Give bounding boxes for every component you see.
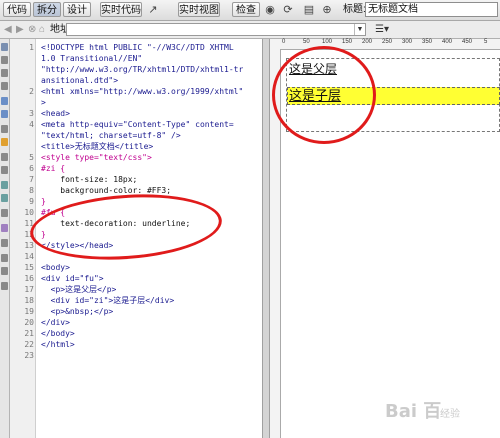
code-line[interactable]: <p>这是父层</p> — [41, 284, 117, 295]
code-line[interactable]: font-size: 18px; — [41, 174, 137, 185]
code-line[interactable]: <html xmlns="http://www.w3.org/1999/xhtm… — [41, 86, 243, 97]
apply-comment-icon[interactable] — [1, 181, 8, 189]
live-code-button[interactable]: 实时代码 — [100, 2, 142, 17]
code-line[interactable]: 1.0 Transitional//EN" — [41, 53, 142, 64]
address-input[interactable]: ▼ — [66, 23, 366, 36]
line-number: 14 — [24, 252, 34, 261]
refresh-design-icon[interactable]: ⟳ — [281, 3, 295, 17]
split-divider[interactable] — [262, 39, 270, 438]
recent-snippets-icon[interactable] — [1, 224, 8, 232]
code-line[interactable]: <meta http-equiv="Content-Type" content= — [41, 119, 234, 130]
code-line[interactable]: </div> — [41, 317, 70, 328]
ruler-number: 150 — [342, 39, 353, 45]
code-line[interactable]: > — [41, 97, 46, 108]
code-line[interactable]: <div id="fu"> — [41, 273, 104, 284]
title-field[interactable]: 无标题文档 — [365, 2, 498, 17]
back-arrow-icon[interactable]: ◀ — [4, 23, 12, 36]
stop-icon[interactable]: ⊗ — [28, 23, 36, 36]
highlight-invalid-code-icon[interactable] — [1, 138, 8, 146]
code-line[interactable]: </html> — [41, 339, 75, 350]
collapse-selection-icon[interactable] — [1, 69, 8, 77]
line-number: 4 — [29, 120, 34, 129]
home-icon[interactable]: ⌂ — [39, 23, 45, 36]
balance-braces-icon[interactable] — [1, 110, 8, 118]
inspect-button[interactable]: 检查 — [232, 2, 260, 17]
document-toolbar: 代码 拆分 设计 实时代码 ↗ 实时视图 检查 ◉ ⟳ ▤ ⊕ 标题: 无标题文… — [0, 0, 500, 21]
ruler-number: 50 — [303, 39, 310, 45]
line-number: 16 — [24, 274, 34, 283]
design-view-button[interactable]: 设计 — [63, 2, 91, 17]
title-label: 标题: — [343, 4, 366, 15]
line-number: 7 — [29, 175, 34, 184]
line-number: 2 — [29, 87, 34, 96]
line-number: 21 — [24, 329, 34, 338]
code-line[interactable]: <body> — [41, 262, 70, 273]
highlight-circle-design — [272, 46, 376, 144]
word-wrap-icon[interactable] — [1, 166, 8, 174]
ruler-number: 100 — [322, 39, 333, 45]
baidu-watermark: Bai 百 — [385, 401, 442, 422]
syntax-error-icon[interactable] — [1, 153, 8, 161]
select-parent-tag-icon[interactable] — [1, 97, 8, 105]
ruler-number: 250 — [382, 39, 393, 45]
forward-arrow-icon[interactable]: ▶ — [16, 23, 24, 36]
code-line[interactable]: "http://www.w3.org/TR/xhtml1/DTD/xhtml1-… — [41, 64, 243, 75]
address-dropdown-icon[interactable]: ▼ — [354, 24, 365, 35]
expand-all-icon[interactable] — [1, 82, 8, 90]
collapse-tag-icon[interactable] — [1, 56, 8, 64]
indent-code-icon[interactable] — [1, 254, 8, 262]
code-line[interactable]: <p>&nbsp;</p> — [41, 306, 114, 317]
format-source-icon[interactable] — [1, 282, 8, 290]
ruler-number: 300 — [402, 39, 413, 45]
move-css-icon[interactable] — [1, 239, 8, 247]
ruler-number: 200 — [362, 39, 373, 45]
code-line[interactable]: ansitional.dtd"> — [41, 75, 118, 86]
code-line[interactable]: } — [41, 196, 46, 207]
line-number: 22 — [24, 340, 34, 349]
line-number: 1 — [29, 43, 34, 52]
code-line[interactable]: <title>无标题文档</title> — [41, 141, 153, 152]
line-number: 13 — [24, 241, 34, 250]
baidu-watermark-sub: 经验 — [440, 409, 460, 420]
line-number: 9 — [29, 197, 34, 206]
code-line[interactable]: #zi { — [41, 163, 65, 174]
code-line[interactable]: <div id="zi">这是子层</div> — [41, 295, 175, 306]
line-numbers-icon[interactable] — [1, 125, 8, 133]
line-number: 8 — [29, 186, 34, 195]
code-line[interactable]: <style type="text/css"> — [41, 152, 152, 163]
line-number: 15 — [24, 263, 34, 272]
check-page-icon[interactable]: ⊕ — [320, 3, 334, 17]
view-options-icon[interactable]: ☰▾ — [375, 23, 389, 36]
code-view-button[interactable]: 代码 — [3, 2, 31, 17]
line-number: 3 — [29, 109, 34, 118]
code-line[interactable]: <!DOCTYPE html PUBLIC "-//W3C//DTD XHTML — [41, 42, 234, 53]
coding-toolbar — [0, 39, 10, 438]
line-number: 6 — [29, 164, 34, 173]
line-number: 23 — [24, 351, 34, 360]
line-number: 10 — [24, 208, 34, 217]
ruler-number: 5 — [484, 39, 488, 45]
ruler-number: 400 — [442, 39, 453, 45]
line-number: 18 — [24, 296, 34, 305]
address-bar: ◀ ▶ ⊗ ⌂ 地址: ▼ ☰▾ — [0, 21, 500, 39]
code-line[interactable]: <head> — [41, 108, 70, 119]
live-view-button[interactable]: 实时视图 — [178, 2, 220, 17]
inspect-arrow-icon[interactable]: ↗ — [146, 3, 160, 17]
ruler-number: 450 — [462, 39, 473, 45]
line-number: 5 — [29, 153, 34, 162]
wrap-tag-icon[interactable] — [1, 209, 8, 217]
open-documents-icon[interactable] — [1, 43, 8, 51]
outdent-code-icon[interactable] — [1, 267, 8, 275]
split-view-button[interactable]: 拆分 — [33, 2, 61, 17]
line-number: 20 — [24, 318, 34, 327]
line-number: 19 — [24, 307, 34, 316]
line-number: 17 — [24, 285, 34, 294]
ruler-number: 350 — [422, 39, 433, 45]
visual-aids-icon[interactable]: ▤ — [302, 3, 316, 17]
remove-comment-icon[interactable] — [1, 194, 8, 202]
ruler-number: 0 — [282, 39, 286, 45]
code-line[interactable]: </body> — [41, 328, 75, 339]
code-line[interactable]: "text/html; charset=utf-8" /> — [41, 130, 181, 141]
browser-preview-icon[interactable]: ◉ — [263, 3, 277, 17]
